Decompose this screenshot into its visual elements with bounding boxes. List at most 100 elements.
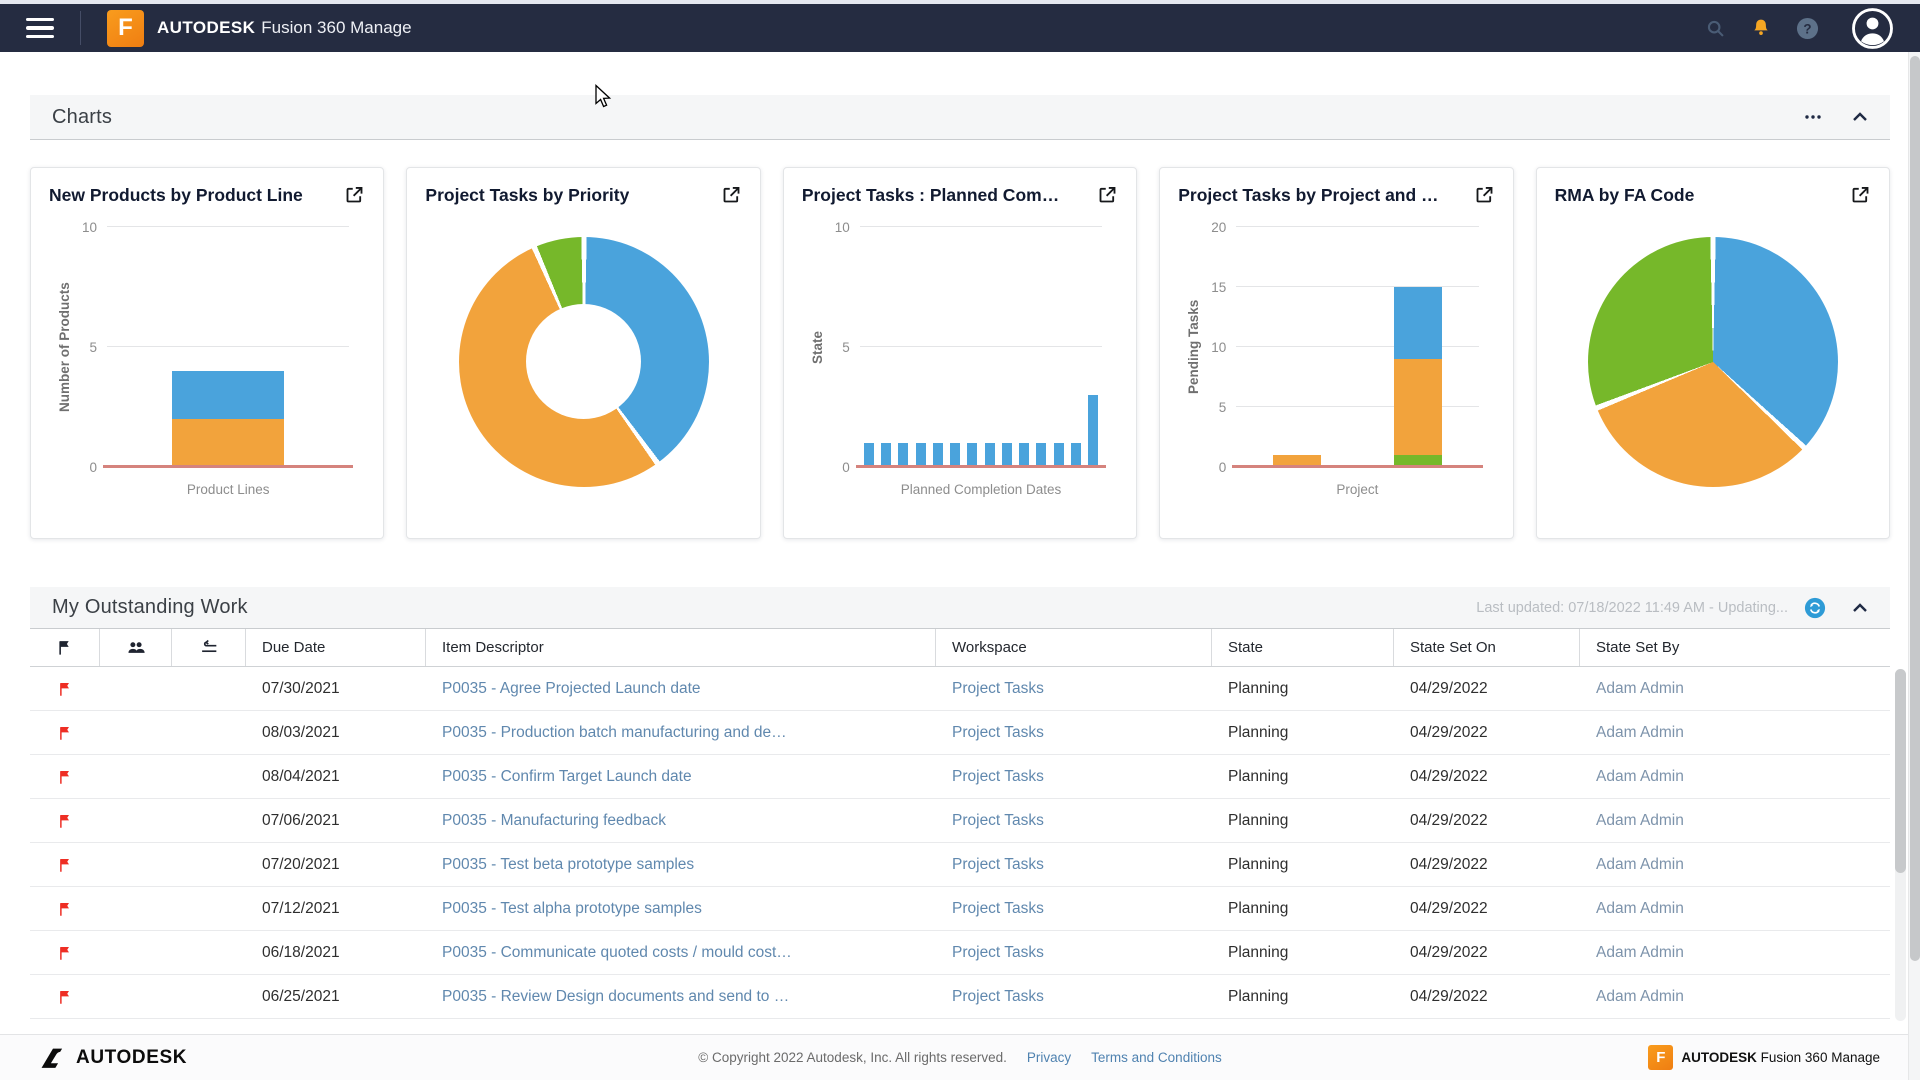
bar[interactable] [172,227,285,467]
item-descriptor-cell: P0035 - Agree Projected Launch date [426,680,936,698]
bar[interactable] [898,227,909,467]
open-chart-icon[interactable] [344,184,365,205]
item-descriptor-link[interactable]: P0035 - Test beta prototype samples [442,856,694,873]
workspace-link[interactable]: Project Tasks [952,900,1044,917]
terms-link[interactable]: Terms and Conditions [1091,1050,1222,1065]
row-flag-icon[interactable] [30,768,100,786]
row-flag-icon[interactable] [30,944,100,962]
row-flag-icon[interactable] [30,680,100,698]
item-descriptor-link[interactable]: P0035 - Production batch manufacturing a… [442,724,787,741]
workspace-link[interactable]: Project Tasks [952,680,1044,697]
x-axis-title: Project [1336,481,1379,497]
charts-collapse-chevron-icon[interactable] [1852,112,1868,122]
work-collapse-chevron-icon[interactable] [1852,602,1868,613]
item-descriptor-cell: P0035 - Production batch manufacturing a… [426,724,936,742]
bar[interactable] [1272,227,1321,467]
bar[interactable] [932,227,943,467]
bar[interactable] [881,227,892,467]
workspace-cell: Project Tasks [936,944,1212,962]
assignees-column-header[interactable] [100,629,172,666]
state-cell: Planning [1228,855,1289,873]
app-title: AUTODESK Fusion 360 Manage [157,18,412,37]
workspace-link[interactable]: Project Tasks [952,724,1044,741]
row-flag-icon[interactable] [30,724,100,742]
state-set-by-cell: Adam Admin [1596,679,1684,697]
open-chart-icon[interactable] [1474,184,1495,205]
row-flag-icon[interactable] [30,900,100,918]
user-avatar-icon[interactable] [1851,7,1894,50]
help-icon[interactable]: ? [1796,17,1819,40]
chart-title: New Products by Product Line [49,185,303,205]
flag-column-header[interactable] [30,629,100,666]
bar[interactable] [1036,227,1047,467]
charts-section-title: Charts [52,105,113,128]
workspace-cell: Project Tasks [936,900,1212,918]
workspace-link[interactable]: Project Tasks [952,856,1044,873]
state-set-on-cell: 04/29/2022 [1410,723,1488,741]
column-header-state[interactable]: State [1212,629,1394,666]
due-date-cell: 07/06/2021 [262,811,340,829]
bar[interactable] [1394,227,1443,467]
item-descriptor-cell: P0035 - Communicate quoted costs / mould… [426,944,936,962]
bar[interactable] [950,227,961,467]
bar[interactable] [1088,227,1099,467]
workspace-cell: Project Tasks [936,988,1212,1006]
chart-title: Project Tasks by Project and … [1178,185,1439,205]
refresh-icon[interactable] [1804,597,1826,619]
fusion360-footer-logo: F [1648,1045,1674,1070]
page-scrollbar-thumb[interactable] [1910,56,1920,961]
open-chart-icon[interactable] [721,184,742,205]
workspace-link[interactable]: Project Tasks [952,988,1044,1005]
column-header-due-date[interactable]: Due Date [246,629,426,666]
workspace-link[interactable]: Project Tasks [952,768,1044,785]
table-row: 06/25/2021 P0035 - Review Design document… [30,975,1890,1019]
open-chart-icon[interactable] [1097,184,1118,205]
item-descriptor-cell: P0035 - Review Design documents and send… [426,988,936,1006]
column-header-state-set-by[interactable]: State Set By [1580,629,1890,666]
table-scrollbar-thumb[interactable] [1895,669,1906,874]
bar[interactable] [1053,227,1064,467]
column-header-item-descriptor[interactable]: Item Descriptor [426,629,936,666]
item-descriptor-link[interactable]: P0035 - Test alpha prototype samples [442,900,702,917]
search-icon[interactable] [1705,18,1726,39]
item-descriptor-link[interactable]: P0035 - Communicate quoted costs / mould… [442,944,792,961]
item-descriptor-link[interactable]: P0035 - Manufacturing feedback [442,812,666,829]
row-flag-icon[interactable] [30,812,100,830]
item-descriptor-link[interactable]: P0035 - Agree Projected Launch date [442,680,701,697]
column-header-workspace[interactable]: Workspace [936,629,1212,666]
bar[interactable] [1070,227,1081,467]
row-flag-icon[interactable] [30,856,100,874]
workflow-state-column-header[interactable] [172,629,246,666]
donut-chart-tasks-priority [425,211,741,503]
fusion360-footer-badge: F AUTODESK Fusion 360 Manage [1648,1045,1880,1070]
state-set-by-cell: Adam Admin [1596,855,1684,873]
bar[interactable] [1001,227,1012,467]
bar[interactable] [863,227,874,467]
y-tick-label: 0 [89,459,97,475]
due-date-cell: 08/04/2021 [262,767,340,785]
donut-hole [526,304,642,420]
row-flag-icon[interactable] [30,988,100,1006]
privacy-link[interactable]: Privacy [1027,1050,1071,1065]
workspace-link[interactable]: Project Tasks [952,944,1044,961]
table-row: 06/18/2021 P0035 - Communicate quoted cos… [30,931,1890,975]
workspace-link[interactable]: Project Tasks [952,812,1044,829]
item-descriptor-cell: P0035 - Confirm Target Launch date [426,768,936,786]
pie-slices [1587,236,1838,487]
column-header-state-set-on[interactable]: State Set On [1394,629,1580,666]
table-scrollbar-track [1895,669,1906,1021]
bar[interactable] [984,227,995,467]
notifications-bell-icon[interactable] [1750,17,1772,39]
chart-title: Project Tasks : Planned Com… [801,185,1060,205]
item-descriptor-link[interactable]: P0035 - Confirm Target Launch date [442,768,692,785]
y-tick-label: 0 [1218,459,1227,475]
table-row: 07/12/2021 P0035 - Test alpha prototype s… [30,887,1890,931]
charts-menu-ellipsis-icon[interactable] [1804,114,1822,120]
open-chart-icon[interactable] [1850,184,1871,205]
item-descriptor-link[interactable]: P0035 - Review Design documents and send… [442,988,789,1005]
due-date-cell: 08/03/2021 [262,723,340,741]
bar[interactable] [915,227,926,467]
bar[interactable] [967,227,978,467]
bar[interactable] [1019,227,1030,467]
hamburger-menu-icon[interactable] [26,17,54,39]
